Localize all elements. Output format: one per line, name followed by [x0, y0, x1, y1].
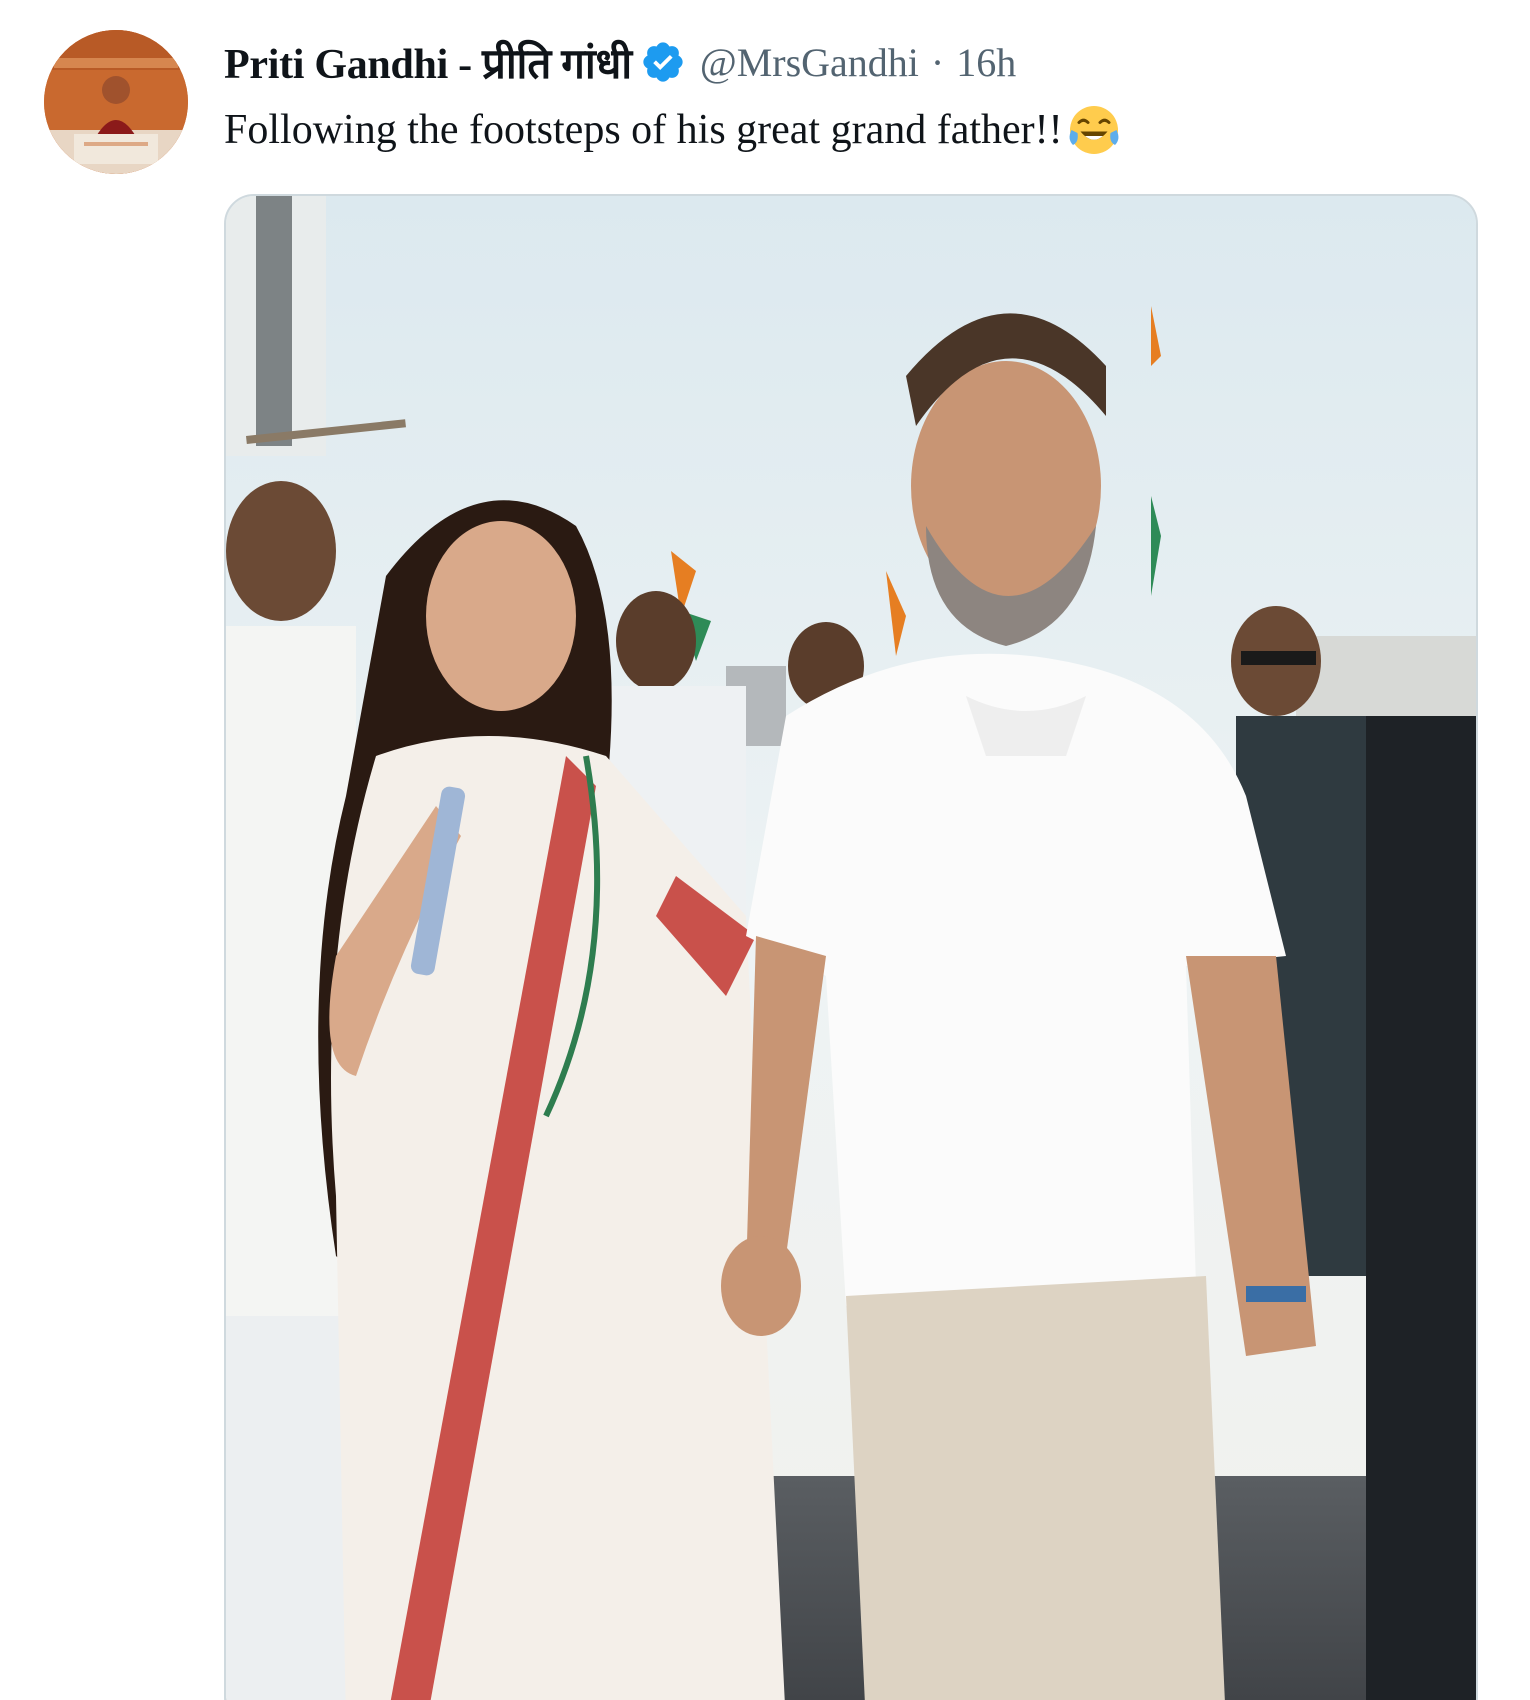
face-with-tears-of-joy-icon — [1067, 103, 1121, 157]
tweet-header: Priti Gandhi - प्रीति गांधी @MrsGandhi ·… — [224, 32, 1016, 92]
author-display-name[interactable]: Priti Gandhi - प्रीति गांधी — [224, 34, 632, 91]
avatar-image — [44, 30, 188, 174]
author-handle[interactable]: @MrsGandhi — [700, 39, 919, 86]
tweet-text: Following the footsteps of his great gra… — [224, 107, 1063, 153]
tweet[interactable]: Priti Gandhi - प्रीति गांधी @MrsGandhi ·… — [0, 0, 1530, 1700]
author-avatar[interactable] — [44, 30, 188, 174]
photo-image — [226, 196, 1476, 1700]
tweet-photo[interactable] — [224, 194, 1478, 1700]
separator-dot: · — [930, 39, 945, 85]
tweet-text-line: Following the footsteps of his great gra… — [224, 98, 1121, 162]
tweet-timestamp[interactable]: 16h — [956, 39, 1016, 86]
verified-badge-icon — [640, 39, 686, 85]
